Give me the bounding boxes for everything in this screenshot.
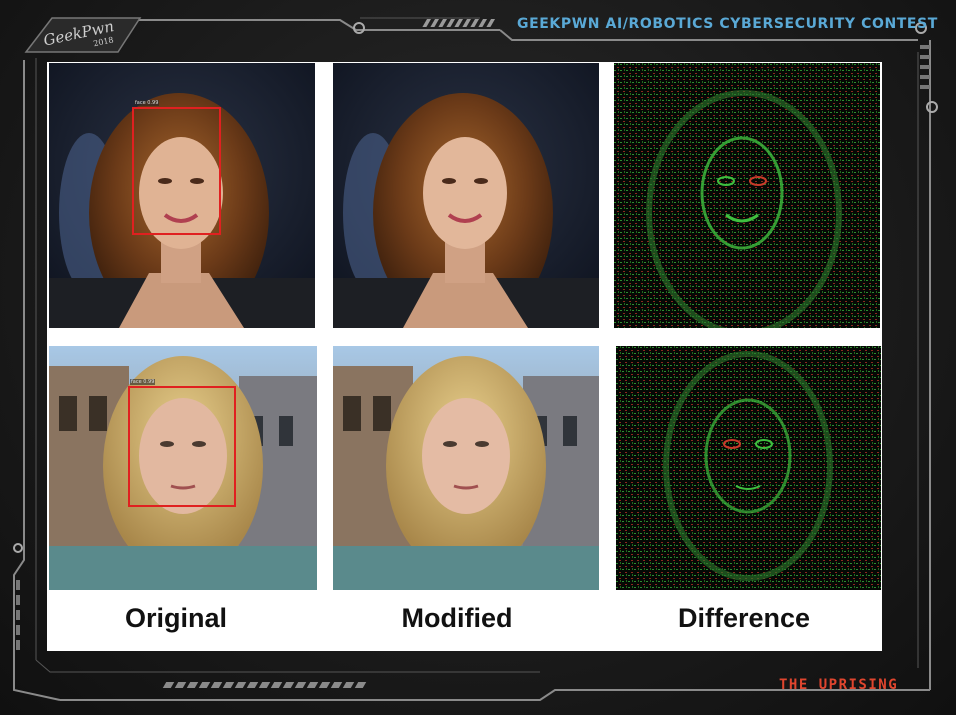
row2-modified-image: [333, 346, 599, 590]
row2-difference-image: [616, 346, 881, 590]
face-detection-box: [132, 107, 221, 235]
row1-modified-image: [333, 63, 599, 328]
contest-title: GEEKPWN AI/ROBOTICS CYBERSECURITY CONTES…: [517, 16, 938, 32]
row1-difference-image: [614, 63, 880, 328]
caption-difference: Difference: [677, 603, 811, 633]
face-detection-label: face 0.99: [134, 100, 160, 106]
caption-modified: Modified: [401, 603, 513, 633]
caption-original: Original: [124, 603, 227, 633]
uprising-tagline: THE UPRISING: [779, 677, 899, 693]
face-detection-label: face 0.99: [130, 379, 156, 385]
face-detection-box: [128, 386, 236, 507]
